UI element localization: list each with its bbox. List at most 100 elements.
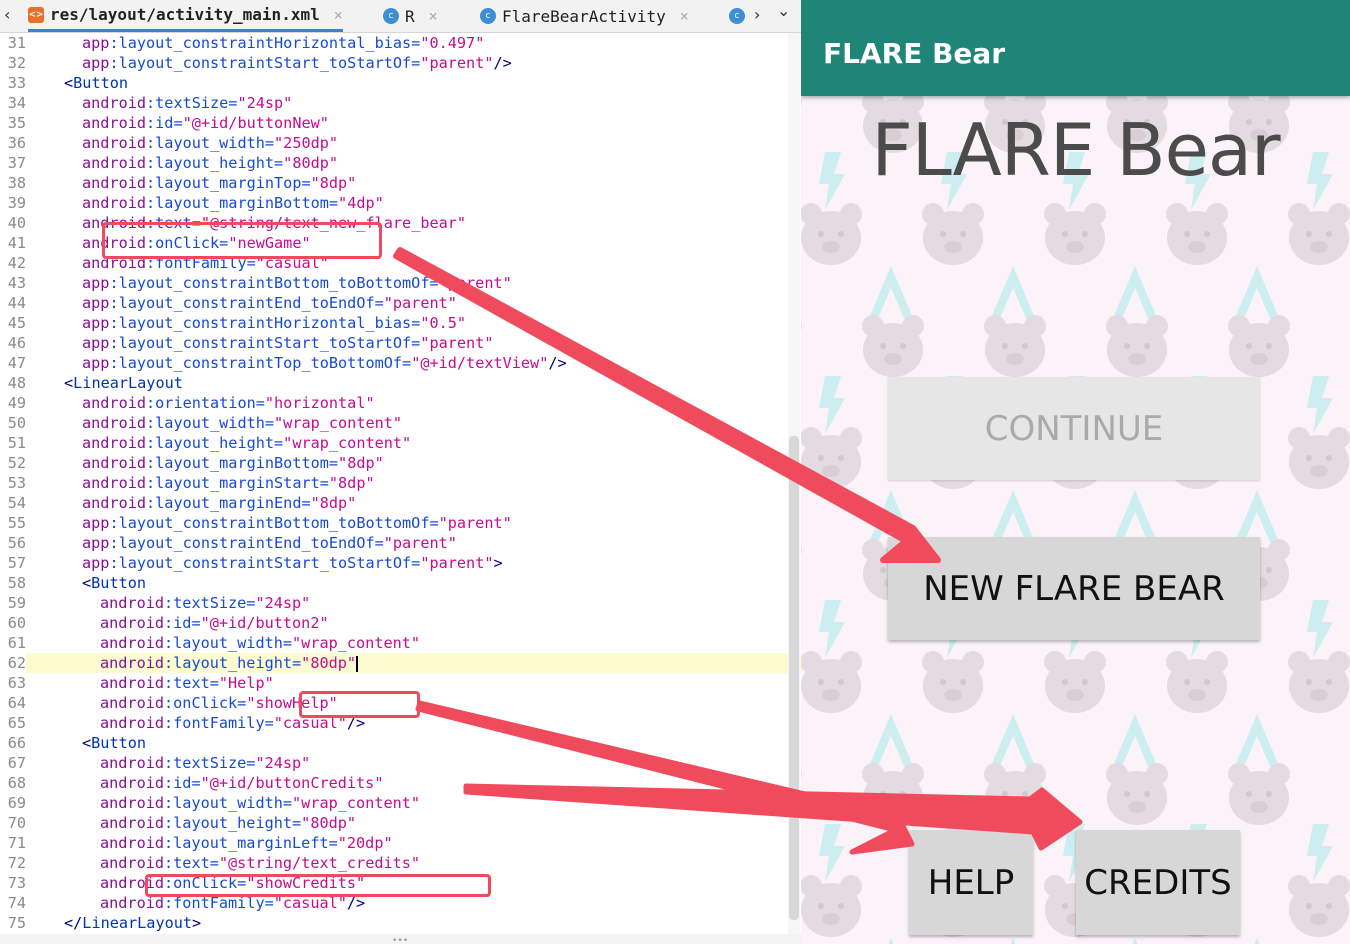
line-number: 72: [7, 854, 26, 872]
close-icon[interactable]: ×: [334, 6, 343, 24]
code-line[interactable]: 47 app:layout_constraintTop_toBottomOf="@…: [0, 353, 801, 373]
code-token: "250dp": [274, 134, 339, 152]
drag-handle-icon[interactable]: •••: [392, 936, 408, 944]
code-line[interactable]: 31 app:layout_constraintHorizontal_bias="…: [0, 33, 801, 53]
continue-button[interactable]: CONTINUE: [888, 377, 1260, 480]
code-token: "80dp": [301, 814, 357, 832]
code-line[interactable]: 60 android:id="@+id/button2": [0, 613, 801, 633]
tab-r[interactable]: c R ×: [383, 0, 438, 32]
line-number: 55: [7, 514, 26, 532]
code-line[interactable]: 33 <Button: [0, 73, 801, 93]
close-icon[interactable]: ×: [680, 7, 689, 25]
line-number: 74: [7, 894, 26, 912]
code-line[interactable]: 70 android:layout_height="80dp": [0, 813, 801, 833]
code-token: android: [100, 594, 165, 612]
code-line[interactable]: 36 android:layout_width="250dp": [0, 133, 801, 153]
code-token: "wrap_content": [274, 414, 403, 432]
code-line[interactable]: 62 android:layout_height="80dp": [0, 653, 801, 673]
line-number: 42: [7, 254, 26, 272]
vertical-scrollbar-thumb[interactable]: [789, 436, 799, 920]
new-flare-bear-button[interactable]: NEW FLARE BEAR: [888, 537, 1260, 640]
code-token: :layout_marginBottom=: [146, 194, 339, 212]
code-line[interactable]: 35 android:id="@+id/buttonNew": [0, 113, 801, 133]
code-line[interactable]: 68 android:id="@+id/buttonCredits": [0, 773, 801, 793]
code-line[interactable]: 51 android:layout_height="wrap_content": [0, 433, 801, 453]
code-line[interactable]: 55 app:layout_constraintBottom_toBottomOf…: [0, 513, 801, 533]
bear-pattern-icon: [801, 651, 862, 713]
tab-flarebearactivity[interactable]: c FlareBearActivity ×: [480, 0, 689, 32]
line-number: 43: [7, 274, 26, 292]
code-token: "80dp": [283, 154, 339, 172]
code-line[interactable]: 44 app:layout_constraintEnd_toEndOf="pare…: [0, 293, 801, 313]
code-text: app:layout_constraintBottom_toBottomOf="…: [82, 513, 512, 533]
code-line[interactable]: 46 app:layout_constraintStart_toStartOf="…: [0, 333, 801, 353]
line-number: 52: [7, 454, 26, 472]
flare-pattern-icon: [1235, 714, 1279, 766]
code-line[interactable]: 39 android:layout_marginBottom="4dp": [0, 193, 801, 213]
code-line[interactable]: 72 android:text="@string/text_credits": [0, 853, 801, 873]
code-token: android: [100, 814, 165, 832]
back-chevron-icon[interactable]: ‹: [4, 5, 10, 24]
bear-pattern-icon: [1166, 203, 1228, 265]
code-line[interactable]: 66 <Button: [0, 733, 801, 753]
chevron-right-icon[interactable]: ›: [754, 5, 760, 24]
code-area[interactable]: 31 app:layout_constraintHorizontal_bias="…: [0, 33, 801, 933]
code-line[interactable]: 67 android:textSize="24sp": [0, 753, 801, 773]
bear-pattern-icon: [1106, 763, 1168, 825]
line-number: 75: [7, 914, 26, 932]
code-line[interactable]: 56 app:layout_constraintEnd_toEndOf="pare…: [0, 533, 801, 553]
code-token: "@+id/button2": [200, 614, 329, 632]
code-token: :text=: [164, 854, 219, 872]
close-icon[interactable]: ×: [429, 7, 438, 25]
code-line[interactable]: 63 android:text="Help": [0, 673, 801, 693]
code-line[interactable]: 57 app:layout_constraintStart_toStartOf="…: [0, 553, 801, 573]
line-number: 57: [7, 554, 26, 572]
chevron-down-icon[interactable]: ⌄: [777, 1, 790, 20]
line-number: 32: [7, 54, 26, 72]
code-line[interactable]: 49 android:orientation="horizontal": [0, 393, 801, 413]
code-line[interactable]: 52 android:layout_marginBottom="8dp": [0, 453, 801, 473]
code-line[interactable]: 61 android:layout_width="wrap_content": [0, 633, 801, 653]
credits-button[interactable]: CREDITS: [1076, 830, 1240, 935]
bear-pattern-icon: [801, 875, 862, 937]
code-text: android:id="@+id/buttonCredits": [100, 773, 383, 793]
code-line[interactable]: 38 android:layout_marginTop="8dp": [0, 173, 801, 193]
code-line[interactable]: 48 <LinearLayout: [0, 373, 801, 393]
code-line[interactable]: 69 android:layout_width="wrap_content": [0, 793, 801, 813]
code-line[interactable]: 58 <Button: [0, 573, 801, 593]
code-line[interactable]: 53 android:layout_marginStart="8dp": [0, 473, 801, 493]
flare-pattern-icon: [1235, 938, 1279, 944]
help-button[interactable]: HELP: [909, 830, 1033, 935]
line-number: 39: [7, 194, 26, 212]
code-line[interactable]: 75 </LinearLayout>: [0, 913, 801, 933]
tab-overflow-class[interactable]: c: [729, 0, 751, 32]
code-line[interactable]: 32 app:layout_constraintStart_toStartOf="…: [0, 53, 801, 73]
code-token: "wrap_content": [292, 634, 421, 652]
code-line[interactable]: 71 android:layout_marginLeft="20dp": [0, 833, 801, 853]
code-line[interactable]: 34 android:textSize="24sp": [0, 93, 801, 113]
code-token: Button: [91, 574, 147, 592]
code-token: "parent": [420, 554, 494, 572]
line-number: 34: [7, 94, 26, 112]
code-token: :id=: [164, 774, 201, 792]
code-line[interactable]: 37 android:layout_height="80dp": [0, 153, 801, 173]
flare-pattern-icon: [819, 376, 845, 434]
code-text: app:layout_constraintTop_toBottomOf="@+i…: [82, 353, 567, 373]
code-text: android:layout_width="wrap_content": [82, 413, 402, 433]
code-token: Button: [91, 734, 147, 752]
code-text: android:layout_height="80dp": [82, 153, 338, 173]
code-line[interactable]: 59 android:textSize="24sp": [0, 593, 801, 613]
code-line[interactable]: 43 app:layout_constraintBottom_toBottomOf…: [0, 273, 801, 293]
code-text: </LinearLayout>: [64, 913, 201, 933]
code-line[interactable]: 50 android:layout_width="wrap_content": [0, 413, 801, 433]
code-line[interactable]: 54 android:layout_marginEnd="8dp": [0, 493, 801, 513]
code-line[interactable]: 45 app:layout_constraintHorizontal_bias="…: [0, 313, 801, 333]
code-token: />: [493, 54, 512, 72]
flare-pattern-icon: [991, 714, 1035, 766]
code-token: android: [100, 614, 165, 632]
tab-activity-main-xml[interactable]: <> res/layout/activity_main.xml ×: [28, 0, 343, 32]
horizontal-scrollbar[interactable]: •••: [0, 934, 801, 944]
device-preview: FLARE Bear FLARE Bear CONTINUE NEW FLARE…: [801, 0, 1350, 944]
code-token: </: [64, 914, 83, 932]
line-number: 37: [7, 154, 26, 172]
